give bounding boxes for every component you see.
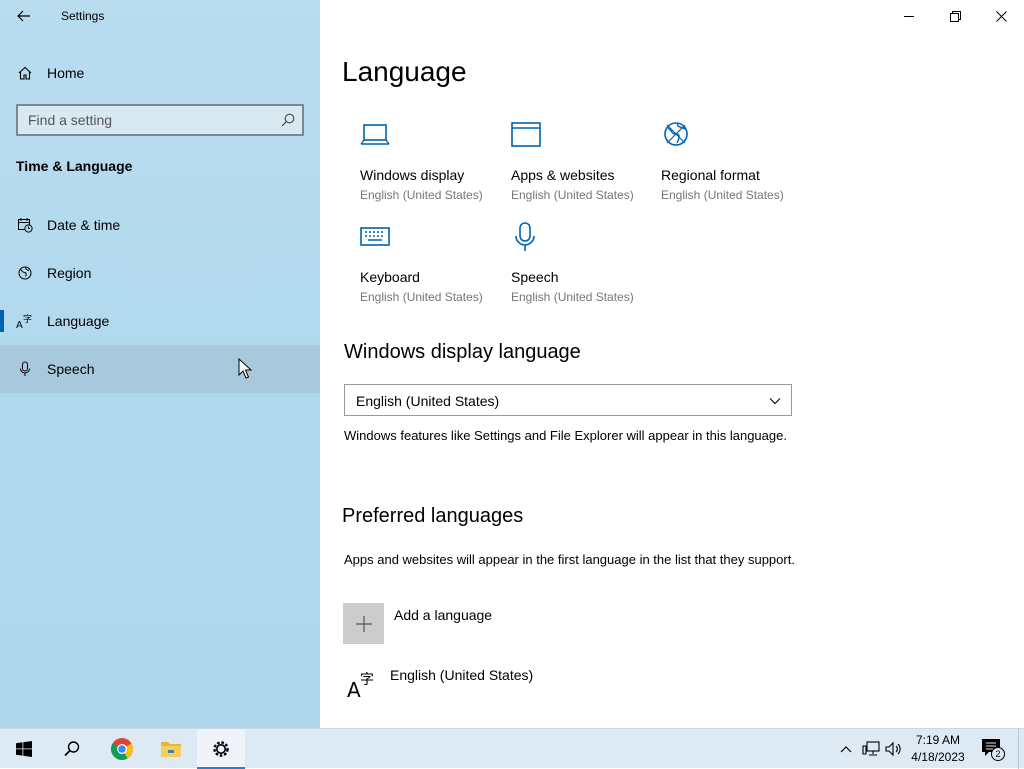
minimize-icon: [903, 15, 914, 17]
plus-icon: [355, 615, 372, 632]
tile-speech[interactable]: Speech English (United States): [511, 222, 661, 318]
tile-value: English (United States): [360, 188, 483, 202]
globe-icon: [16, 264, 34, 282]
display-language-description: Windows features like Settings and File …: [344, 428, 787, 443]
file-explorer-icon: [161, 742, 181, 757]
show-desktop-button[interactable]: [1018, 729, 1019, 769]
svg-text:字: 字: [23, 313, 32, 325]
sidebar-item-label: Region: [47, 265, 92, 281]
tile-keyboard[interactable]: Keyboard English (United States): [360, 222, 510, 318]
add-language-box: [343, 603, 384, 644]
sidebar-item-speech[interactable]: Speech: [0, 345, 320, 393]
back-arrow-icon: [17, 10, 30, 22]
restore-button[interactable]: [932, 0, 978, 32]
restore-icon: [949, 10, 961, 22]
tile-apps-websites[interactable]: Apps & websites English (United States): [511, 120, 661, 216]
preferred-languages-description: Apps and websites will appear in the fir…: [344, 552, 795, 567]
tile-label: Keyboard: [360, 269, 420, 285]
sidebar-item-date-time[interactable]: Date & time: [0, 201, 320, 249]
settings-icon: [213, 741, 229, 757]
tile-value: English (United States): [511, 188, 634, 202]
language-icon: A 字: [16, 312, 34, 330]
chrome-icon: [111, 738, 133, 760]
svg-text:A: A: [16, 320, 23, 330]
laptop-icon: [360, 124, 390, 145]
language-list-item[interactable]: A 字 English (United States): [343, 664, 643, 704]
search-input[interactable]: [18, 106, 302, 134]
page-title: Language: [342, 56, 467, 87]
tile-value: English (United States): [360, 290, 483, 304]
file-explorer-taskbar-button[interactable]: [147, 729, 195, 769]
tray-overflow-button[interactable]: [836, 739, 856, 759]
tile-value: English (United States): [661, 188, 784, 202]
chevron-up-icon: [840, 746, 852, 753]
title-bar: Settings: [0, 0, 320, 32]
sidebar-item-label: Language: [47, 313, 110, 329]
preferred-languages-heading: Preferred languages: [342, 505, 524, 527]
window-controls: [886, 0, 1024, 32]
tile-label: Windows display: [360, 167, 465, 183]
calendar-clock-icon: [16, 216, 34, 234]
sidebar-item-language[interactable]: A 字 Language: [0, 297, 320, 345]
microphone-icon: [515, 222, 535, 251]
tile-value: English (United States): [511, 290, 634, 304]
minimize-button[interactable]: [886, 0, 932, 32]
display-language-value: English (United States): [356, 393, 500, 409]
taskbar: 7:19 AM 4/18/2023 2: [0, 728, 1024, 769]
action-center-button[interactable]: 2: [980, 737, 1006, 763]
main-content: Language Windows display English (United…: [320, 0, 1024, 728]
tile-windows-display[interactable]: Windows display English (United States): [360, 120, 510, 216]
language-icon: A 字: [347, 672, 374, 700]
section-heading: Time & Language: [16, 158, 133, 174]
keyboard-icon: [360, 227, 390, 246]
app-window-icon: [511, 122, 541, 147]
speaker-icon: [885, 741, 901, 757]
svg-text:A: A: [347, 678, 361, 700]
start-button[interactable]: [0, 729, 48, 769]
tile-regional-format[interactable]: Regional format English (United States): [661, 120, 811, 216]
tile-label: Apps & websites: [511, 167, 615, 183]
settings-taskbar-button[interactable]: [197, 729, 245, 769]
home-label: Home: [47, 65, 85, 81]
mouse-cursor-icon: [238, 358, 253, 379]
chrome-taskbar-button[interactable]: [98, 729, 146, 769]
search-box[interactable]: [16, 104, 304, 136]
microphone-icon: [16, 360, 34, 378]
sidebar-item-home[interactable]: Home: [0, 56, 320, 90]
search-icon[interactable]: [280, 112, 296, 128]
search-icon: [64, 741, 80, 757]
sidebar-item-region[interactable]: Region: [0, 249, 320, 297]
tile-label: Speech: [511, 269, 559, 285]
chevron-down-icon: [769, 398, 781, 405]
language-label: English (United States): [390, 667, 534, 683]
taskbar-clock[interactable]: 7:19 AM 4/18/2023: [906, 732, 970, 766]
clock-date: 4/18/2023: [911, 750, 965, 764]
sidebar: Settings Home Time & Language: [0, 0, 320, 728]
add-language-label: Add a language: [394, 607, 493, 623]
tile-label: Regional format: [661, 167, 760, 183]
home-icon: [16, 64, 34, 82]
start-icon: [16, 741, 32, 757]
display-language-heading: Windows display language: [344, 341, 581, 363]
svg-text:字: 字: [360, 672, 374, 688]
network-button[interactable]: [861, 739, 881, 759]
network-icon: [862, 741, 880, 756]
clock-time: 7:19 AM: [915, 733, 961, 747]
close-button[interactable]: [978, 0, 1024, 32]
volume-button[interactable]: [884, 739, 904, 759]
sidebar-item-label: Date & time: [47, 217, 121, 233]
globe-format-icon: [664, 122, 688, 146]
close-icon: [995, 10, 1007, 22]
back-button[interactable]: [8, 4, 40, 28]
add-language-button[interactable]: Add a language: [343, 603, 543, 644]
display-language-dropdown[interactable]: English (United States): [344, 384, 792, 416]
taskbar-search-button[interactable]: [48, 729, 96, 769]
app-title: Settings: [61, 9, 105, 23]
notification-count-badge: 2: [991, 747, 1005, 761]
sidebar-item-label: Speech: [47, 361, 95, 377]
